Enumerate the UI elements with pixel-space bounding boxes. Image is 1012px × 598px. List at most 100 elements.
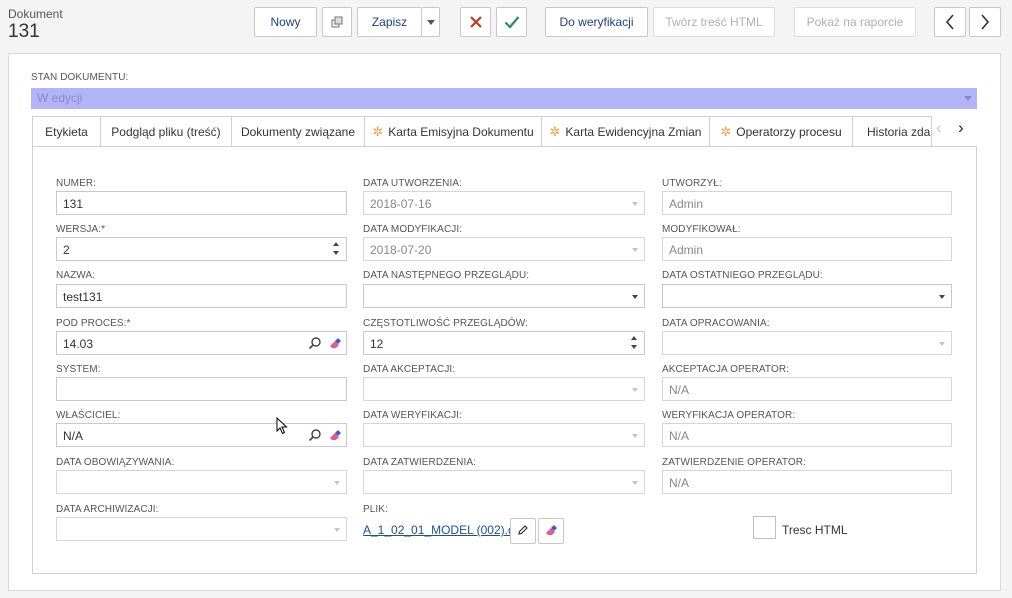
data-ostatniego-label: DATA OSTATNIEGO PRZEGLĄDU: — [662, 270, 823, 281]
data-akceptacji-label: DATA AKCEPTACJI: — [363, 364, 456, 375]
chevron-left-icon — [945, 14, 955, 30]
chevron-down-icon — [426, 19, 435, 25]
data-ostatniego-select[interactable] — [662, 284, 952, 308]
system-label: SYSTEM: — [56, 364, 101, 375]
nazwa-label: NAZWA: — [56, 270, 96, 281]
chevron-down-icon — [964, 96, 972, 101]
data-nastepnego-label: DATA NASTĘPNEGO PRZEGLĄDU: — [363, 270, 530, 281]
previous-button[interactable] — [934, 7, 966, 37]
eraser-icon — [544, 523, 558, 540]
wersja-stepper[interactable]: 2 — [56, 237, 347, 261]
tab-karta-emisyjna[interactable]: ✲ Karta Emisyjna Dokumentu — [365, 116, 542, 147]
modyfikowal-label: MODYFIKOWAŁ: — [662, 224, 741, 235]
data-obowiazywania-select[interactable] — [56, 470, 347, 494]
chevron-down-icon — [632, 481, 638, 485]
chevron-down-icon — [939, 295, 945, 299]
chevron-down-icon — [939, 342, 945, 346]
status-label: STAN DOKUMENTU: — [31, 72, 129, 83]
modyfikowal-input: Admin — [662, 237, 952, 261]
status-value: W edycji — [37, 91, 83, 105]
eraser-icon[interactable] — [328, 428, 342, 442]
numer-input[interactable]: 131 — [56, 191, 347, 215]
status-select[interactable]: W edycji — [31, 88, 977, 109]
copy-icon — [331, 16, 344, 29]
akceptacja-operator-input: N/A — [662, 377, 952, 401]
weryfikacja-operator-input: N/A — [662, 423, 952, 447]
wlasciciel-input[interactable]: N/A — [56, 423, 347, 447]
wlasciciel-label: WŁAŚCICIEL: — [56, 410, 121, 421]
tabs-scroll-right-icon[interactable]: › — [958, 118, 964, 138]
create-html-button[interactable]: Twórz treść HTML — [653, 7, 775, 37]
eraser-icon[interactable] — [328, 336, 342, 350]
data-utworzenia-select[interactable]: 2018-07-16 — [363, 191, 645, 215]
data-opracowania-select[interactable] — [662, 331, 952, 355]
data-nastepnego-select[interactable] — [363, 284, 645, 308]
tab-historia[interactable]: Historia zdarz — [853, 116, 932, 147]
data-akceptacji-select[interactable] — [363, 377, 645, 401]
tab-podglad-pliku[interactable]: Podgląd pliku (treść) — [101, 116, 232, 147]
czestotliwosc-stepper[interactable]: 12 — [363, 331, 645, 355]
cancel-button[interactable] — [460, 7, 491, 37]
tabs-scroll-left-icon[interactable]: ‹ — [936, 118, 942, 138]
akceptacja-operator-label: AKCEPTACJA OPERATOR: — [662, 364, 790, 375]
czestotliwosc-label: CZĘSTOTLIWOŚĆ PRZEGLĄDÓW: — [363, 318, 528, 329]
tresc-html-label: Tresc HTML — [782, 523, 848, 537]
data-archiwizacji-select[interactable] — [56, 517, 347, 541]
chevron-right-icon — [980, 14, 990, 30]
zatwierdzenie-operator-input: N/A — [662, 470, 952, 494]
gear-icon: ✲ — [372, 123, 384, 139]
data-zatwierdzenia-select[interactable] — [363, 470, 645, 494]
weryfikacja-operator-label: WERYFIKACJA OPERATOR: — [662, 410, 796, 421]
clear-file-button[interactable] — [538, 518, 564, 544]
tab-operatorzy-procesu[interactable]: ✲ Operatorzy procesu — [710, 116, 853, 147]
edit-file-button[interactable] — [510, 518, 536, 544]
nazwa-input[interactable]: test131 — [56, 284, 347, 308]
data-archiwizacji-label: DATA ARCHIWIZACJI: — [56, 504, 159, 515]
save-dropdown-button[interactable] — [421, 7, 440, 37]
check-icon — [504, 15, 520, 29]
system-input[interactable] — [56, 377, 347, 401]
search-icon[interactable] — [308, 336, 322, 350]
numer-label: NUMER: — [56, 178, 97, 189]
document-number: 131 — [8, 21, 40, 42]
search-icon[interactable] — [308, 428, 322, 442]
save-button[interactable]: Zapisz — [357, 7, 422, 37]
pod-proces-input[interactable]: 14.03 — [56, 331, 347, 355]
document-label: Dokument — [8, 7, 63, 21]
chevron-down-icon — [632, 434, 638, 438]
pencil-icon — [517, 524, 529, 539]
chevron-down-icon — [334, 528, 340, 532]
app-root: Dokument 131 Nowy Zapisz Do weryfikacji … — [0, 0, 1012, 598]
chevron-down-icon — [632, 295, 638, 299]
data-weryfikacji-select[interactable] — [363, 423, 645, 447]
confirm-button[interactable] — [496, 7, 527, 37]
plik-label: PLIK: — [363, 504, 388, 515]
copy-button[interactable] — [322, 7, 352, 37]
file-link[interactable]: A_1_02_01_MODEL (002).docx — [363, 523, 533, 537]
data-modyfikacji-label: DATA MODYFIKACJI: — [363, 224, 463, 235]
utworzyl-label: UTWORZYŁ: — [662, 178, 722, 189]
chevron-down-icon — [632, 202, 638, 206]
close-icon — [469, 15, 483, 29]
wersja-label: WERSJA:* — [56, 224, 106, 235]
new-button[interactable]: Nowy — [254, 7, 317, 37]
tab-karta-ewidencyjna[interactable]: ✲ Karta Ewidencyjna Zmian — [542, 116, 710, 147]
data-weryfikacji-label: DATA WERYFIKACJI: — [363, 410, 462, 421]
mouse-cursor-icon — [276, 416, 288, 438]
to-verification-button[interactable]: Do weryfikacji — [545, 7, 648, 37]
zatwierdzenie-operator-label: ZATWIERDZENIE OPERATOR: — [662, 457, 806, 468]
utworzyl-input: Admin — [662, 191, 952, 215]
tab-bar: Etykieta Podgląd pliku (treść) Dokumenty… — [32, 116, 932, 147]
show-on-report-button[interactable]: Pokaż na raporcie — [794, 7, 916, 37]
next-button[interactable] — [969, 7, 1001, 37]
data-opracowania-label: DATA OPRACOWANIA: — [662, 318, 770, 329]
pod-proces-label: POD PROCES:* — [56, 318, 131, 329]
gear-icon: ✲ — [720, 123, 732, 139]
data-modyfikacji-select[interactable]: 2018-07-20 — [363, 237, 645, 261]
tab-etykieta[interactable]: Etykieta — [32, 116, 101, 147]
chevron-down-icon — [632, 388, 638, 392]
tresc-html-checkbox[interactable] — [753, 516, 776, 539]
data-zatwierdzenia-label: DATA ZATWIERDZENIA: — [363, 457, 477, 468]
data-utworzenia-label: DATA UTWORZENIA: — [363, 178, 463, 189]
tab-dokumenty-zwiazane[interactable]: Dokumenty związane — [232, 116, 365, 147]
